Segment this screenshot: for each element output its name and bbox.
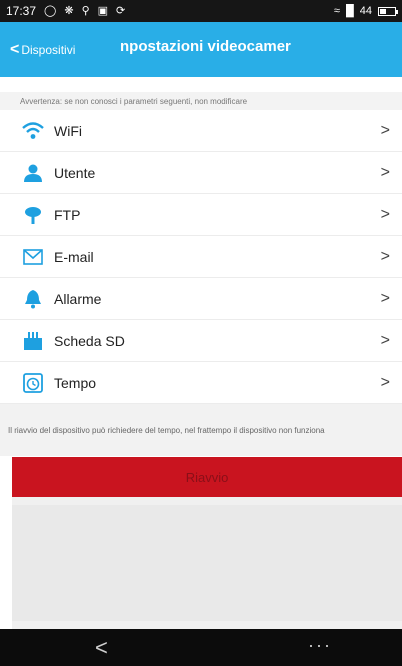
email-icon: [22, 246, 44, 268]
chevron-right-icon: >: [380, 248, 390, 265]
app-notification-icon: ❋: [64, 4, 74, 17]
settings-item-ftp[interactable]: FTP >: [0, 194, 402, 236]
settings-item-sd-card[interactable]: Scheda SD >: [0, 320, 402, 362]
chevron-right-icon: >: [380, 374, 390, 391]
signal-text: 44: [359, 5, 372, 17]
settings-item-user[interactable]: Utente >: [0, 152, 402, 194]
settings-item-label: Allarme: [54, 290, 102, 307]
settings-item-label: Scheda SD: [54, 332, 125, 349]
settings-item-time[interactable]: Tempo >: [0, 362, 402, 404]
chevron-right-icon: >: [380, 122, 390, 139]
settings-item-label: WiFi: [54, 122, 82, 139]
chevron-right-icon: >: [380, 164, 390, 181]
settings-item-label: E-mail: [54, 248, 94, 265]
reboot-button[interactable]: Riavvio: [12, 457, 402, 497]
back-button[interactable]: < Dispositivi: [10, 40, 75, 60]
header-bar: < Dispositivi npostazioni videocamer: [0, 22, 402, 77]
ftp-icon: [22, 204, 44, 226]
notification-icon: ◯: [44, 4, 57, 17]
back-label: Dispositivi: [21, 43, 76, 57]
settings-item-email[interactable]: E-mail >: [0, 236, 402, 278]
wifi-icon: [22, 120, 44, 142]
status-time: 17:37: [6, 4, 37, 18]
settings-item-label: Tempo: [54, 374, 97, 391]
settings-list: WiFi > Utente > FTP > E-mail > Allarme >…: [0, 110, 402, 404]
settings-item-wifi[interactable]: WiFi >: [0, 110, 402, 152]
page-title: npostazioni videocamer: [120, 38, 291, 55]
user-icon: [22, 162, 44, 184]
sync-icon: ⟳: [116, 4, 126, 17]
chevron-right-icon: >: [380, 290, 390, 307]
navigation-bar: < ···: [0, 629, 402, 666]
clock-icon: [22, 372, 44, 394]
signal-icon: █: [345, 5, 354, 17]
location-icon: ⚲: [81, 4, 90, 17]
alarm-icon: [22, 288, 44, 310]
empty-panel: [12, 497, 402, 629]
wifi-status-icon: ≈: [333, 5, 340, 17]
more-options-icon[interactable]: ···: [308, 635, 332, 656]
warning-text: Avvertenza: se non conosci i parametri s…: [0, 92, 402, 110]
settings-item-label: FTP: [54, 206, 81, 223]
reboot-note: Il riavvio del dispositivo può richieder…: [0, 404, 402, 456]
chevron-right-icon: >: [380, 332, 390, 349]
status-bar: 17:37 ◯ ❋ ⚲ ▣ ⟳ ≈ █ 44: [0, 0, 402, 22]
chevron-right-icon: >: [380, 206, 390, 223]
sd-card-icon: [22, 330, 44, 352]
nav-back-icon[interactable]: <: [95, 635, 108, 661]
battery-icon: [378, 6, 398, 16]
settings-item-label: Utente: [54, 164, 96, 181]
chevron-left-icon: <: [10, 41, 20, 58]
settings-item-alarm[interactable]: Allarme >: [0, 278, 402, 320]
image-icon: ▣: [97, 4, 109, 17]
